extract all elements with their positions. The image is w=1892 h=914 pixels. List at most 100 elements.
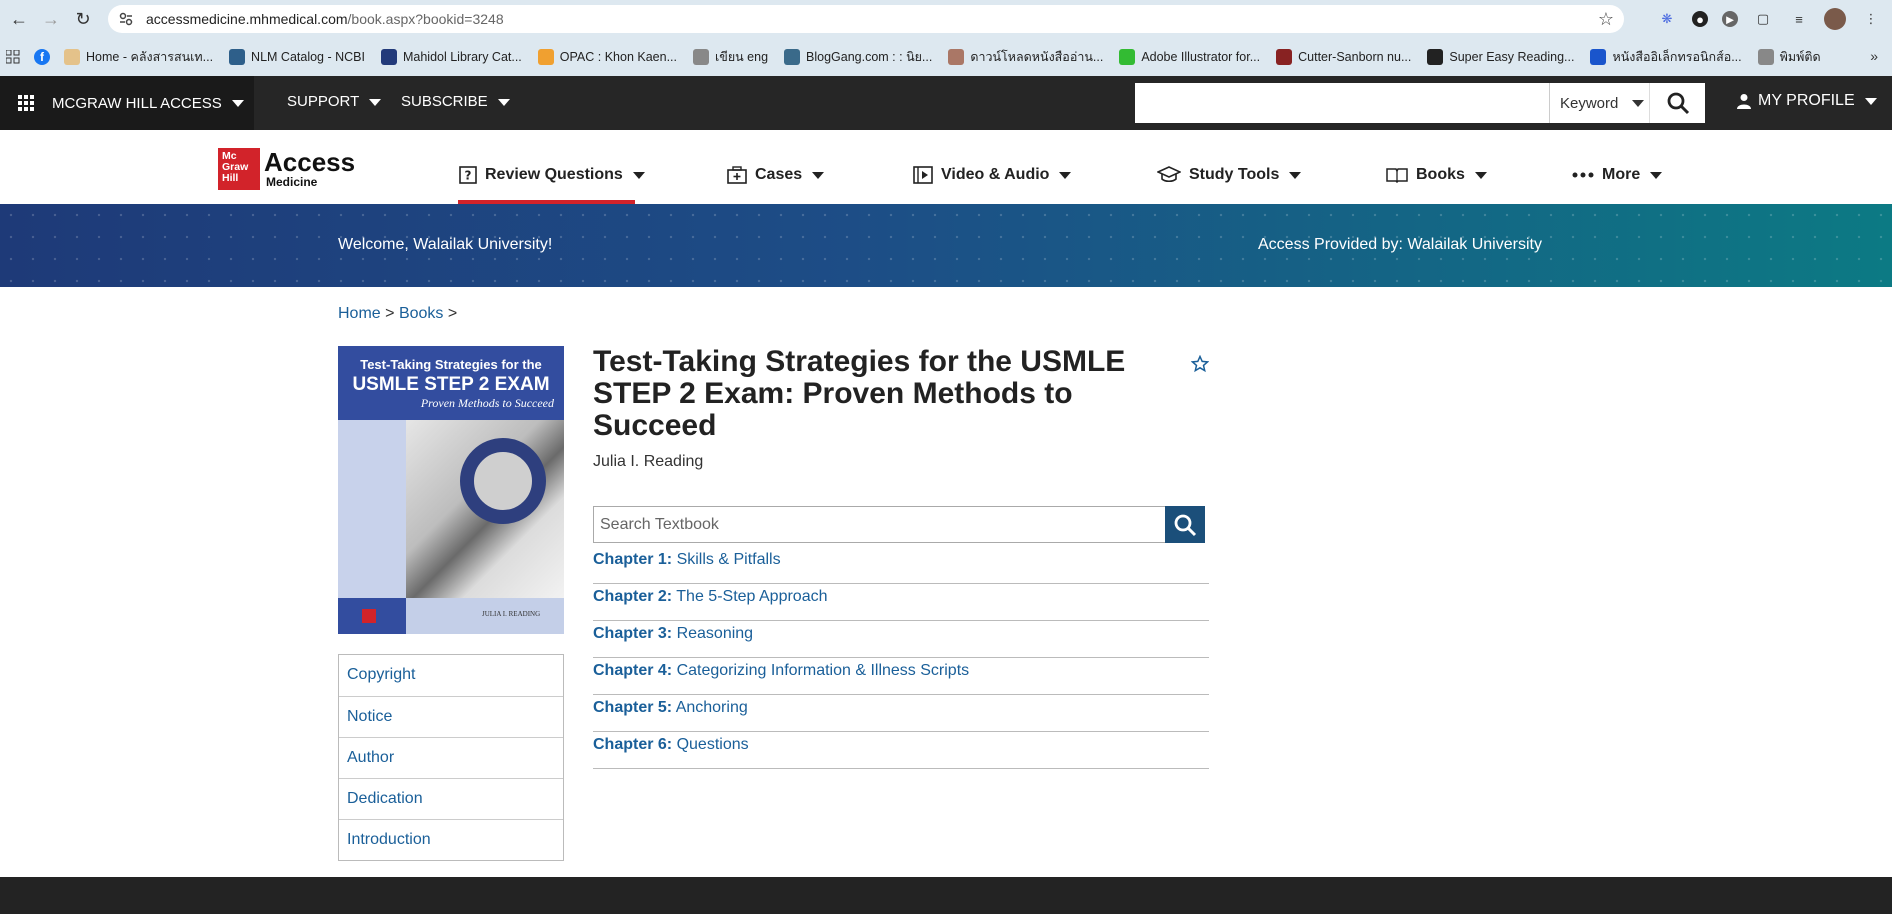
bookmark-item[interactable]: Home - คลังสารสนเท... [64, 47, 213, 67]
support-menu[interactable]: SUPPORT [287, 93, 382, 110]
favorite-star-icon[interactable] [1190, 354, 1210, 378]
front-matter-link[interactable]: Notice [339, 696, 563, 737]
bookmark-item[interactable]: หนังสืออิเล็กทรอนิกส์อ... [1590, 47, 1742, 67]
caret-down-icon [1059, 171, 1072, 179]
nav-review-questions[interactable]: ? Review Questions [459, 166, 645, 184]
site-search: Keyword [1135, 83, 1705, 123]
bookmark-item[interactable]: Mahidol Library Cat... [380, 49, 522, 65]
chapter-number: Chapter 6: [593, 736, 673, 753]
bookmark-label: ดาวน์โหลดหนังสืออ่าน... [970, 50, 1104, 64]
book-cover: Test-Taking Strategies for the USMLE STE… [338, 346, 564, 634]
access-medicine-logo[interactable]: Mc Graw Hill Access Medicine [218, 148, 355, 190]
cover-title-line2: USMLE STEP 2 EXAM [352, 374, 550, 395]
reload-icon[interactable]: ↻ [70, 6, 96, 32]
search-button[interactable] [1649, 83, 1705, 123]
puzzle-icon[interactable]: ▢ [1752, 8, 1774, 30]
facebook-bookmark-icon[interactable]: f [34, 49, 50, 65]
caret-down-icon [1650, 171, 1663, 179]
bookmark-label: Cutter-Sanborn nu... [1298, 50, 1412, 64]
extension-icon[interactable]: ❋ [1656, 8, 1678, 30]
chapter-link[interactable]: Chapter 6: Questions [593, 732, 1209, 769]
breadcrumb-home[interactable]: Home [338, 305, 381, 322]
textbook-search: Search Textbook [593, 506, 1205, 543]
chapter-title: Anchoring [675, 699, 748, 716]
site-search-input[interactable] [1135, 83, 1549, 123]
chapter-link[interactable]: Chapter 1: Skills & Pitfalls [593, 547, 1209, 584]
address-bar[interactable]: accessmedicine.mhmedical.com/book.aspx?b… [108, 5, 1624, 33]
textbook-search-button[interactable] [1165, 506, 1205, 543]
bookmark-item[interactable]: Adobe Illustrator for... [1119, 49, 1260, 65]
user-icon [1737, 94, 1751, 109]
bookmark-item[interactable]: NLM Catalog - NCBI [229, 49, 365, 65]
bookmark-star-icon[interactable]: ☆ [1598, 9, 1614, 30]
front-matter-link[interactable]: Author [339, 737, 563, 778]
back-icon[interactable]: ← [6, 6, 32, 32]
chapter-title: Skills & Pitfalls [676, 551, 781, 568]
bookmark-favicon-icon [1119, 49, 1136, 65]
bookmark-item[interactable]: Cutter-Sanborn nu... [1276, 49, 1411, 65]
product-nav: Mc Graw Hill Access Medicine ? Review Qu… [0, 130, 1892, 204]
logo-medicine-text: Medicine [266, 175, 318, 189]
bookmark-item[interactable]: เขียน eng [693, 47, 768, 67]
reading-list-icon[interactable]: ≡ [1788, 8, 1810, 30]
breadcrumb-books[interactable]: Books [399, 305, 443, 322]
caret-down-icon [1632, 99, 1645, 107]
front-matter-link[interactable]: Dedication [339, 778, 563, 819]
bookmark-favicon-icon [693, 49, 709, 65]
welcome-text: Welcome, Walailak University! [338, 236, 553, 253]
chapter-number: Chapter 4: [593, 662, 673, 679]
caret-down-icon [1289, 171, 1302, 179]
site-footer [0, 877, 1892, 914]
bookmark-label: OPAC : Khon Kaen... [559, 50, 677, 64]
bookmark-item[interactable]: ดาวน์โหลดหนังสืออ่าน... [948, 47, 1103, 67]
bookmark-item[interactable]: OPAC : Khon Kaen... [537, 49, 677, 65]
chapter-link[interactable]: Chapter 3: Reasoning [593, 621, 1209, 658]
chapter-link[interactable]: Chapter 2: The 5-Step Approach [593, 584, 1209, 621]
caret-down-icon [812, 171, 825, 179]
front-matter-link[interactable]: Introduction [339, 819, 563, 860]
apps-grid-icon[interactable] [6, 50, 20, 64]
nav-more[interactable]: More [1572, 166, 1663, 184]
bookmark-favicon-icon [1757, 49, 1774, 65]
access-menu-label: MCGRAW HILL ACCESS [52, 94, 222, 112]
search-mode-select[interactable]: Keyword [1549, 83, 1649, 123]
bookmark-favicon-icon [948, 49, 965, 65]
cover-publisher-logo [338, 598, 406, 634]
site-info-icon[interactable] [116, 9, 136, 29]
chapter-link[interactable]: Chapter 5: Anchoring [593, 695, 1209, 732]
bookmark-item[interactable]: BlogGang.com : : นิย... [784, 47, 932, 67]
chapter-title: The 5-Step Approach [676, 588, 828, 605]
bookmark-item[interactable]: พิมพ์ติด [1757, 47, 1821, 67]
chapter-number: Chapter 3: [593, 625, 673, 642]
nav-video-audio[interactable]: Video & Audio [913, 166, 1072, 184]
nav-cases[interactable]: Cases [727, 166, 825, 184]
chapter-link[interactable]: Chapter 4: Categorizing Information & Il… [593, 658, 1209, 695]
bookmark-label: พิมพ์ติด [1779, 50, 1821, 64]
my-profile-menu[interactable]: MY PROFILE [1736, 92, 1877, 110]
chapter-title: Questions [676, 736, 749, 753]
cover-author: JULIA I. READING [482, 610, 541, 618]
front-matter-link[interactable]: Copyright [339, 655, 563, 696]
textbook-search-input[interactable]: Search Textbook [600, 516, 719, 534]
site-topbar: MCGRAW HILL ACCESS SUPPORT SUBSCRIBE Key… [0, 76, 1892, 130]
bookmark-label: BlogGang.com : : นิย... [806, 50, 933, 64]
chapter-number: Chapter 5: [593, 699, 673, 716]
bookmark-label: Adobe Illustrator for... [1141, 50, 1261, 64]
extension-icon[interactable]: ● [1692, 11, 1708, 27]
access-provided-text: Access Provided by: Walailak University [1258, 236, 1542, 253]
bookmark-favicon-icon [537, 49, 554, 65]
avatar[interactable] [1824, 8, 1846, 30]
bookmark-item[interactable]: Super Easy Reading... [1427, 49, 1574, 65]
forward-icon[interactable]: → [38, 6, 64, 32]
extensions-area: ❋ ● ► ▢ ≡ ⋮ [1656, 8, 1882, 30]
bookmark-favicon-icon [1590, 49, 1607, 65]
menu-kebab-icon[interactable]: ⋮ [1860, 8, 1882, 30]
mcgraw-hill-access-menu[interactable]: MCGRAW HILL ACCESS [0, 76, 254, 130]
cover-subtitle: Proven Methods to Succeed [420, 396, 554, 410]
subscribe-menu[interactable]: SUBSCRIBE [401, 93, 510, 110]
extension-icon[interactable]: ► [1722, 11, 1738, 27]
book-author: Julia I. Reading [593, 453, 704, 470]
nav-study-tools[interactable]: Study Tools [1157, 166, 1302, 184]
nav-books[interactable]: Books [1386, 166, 1487, 184]
more-bookmarks-icon[interactable]: » [1870, 48, 1878, 64]
